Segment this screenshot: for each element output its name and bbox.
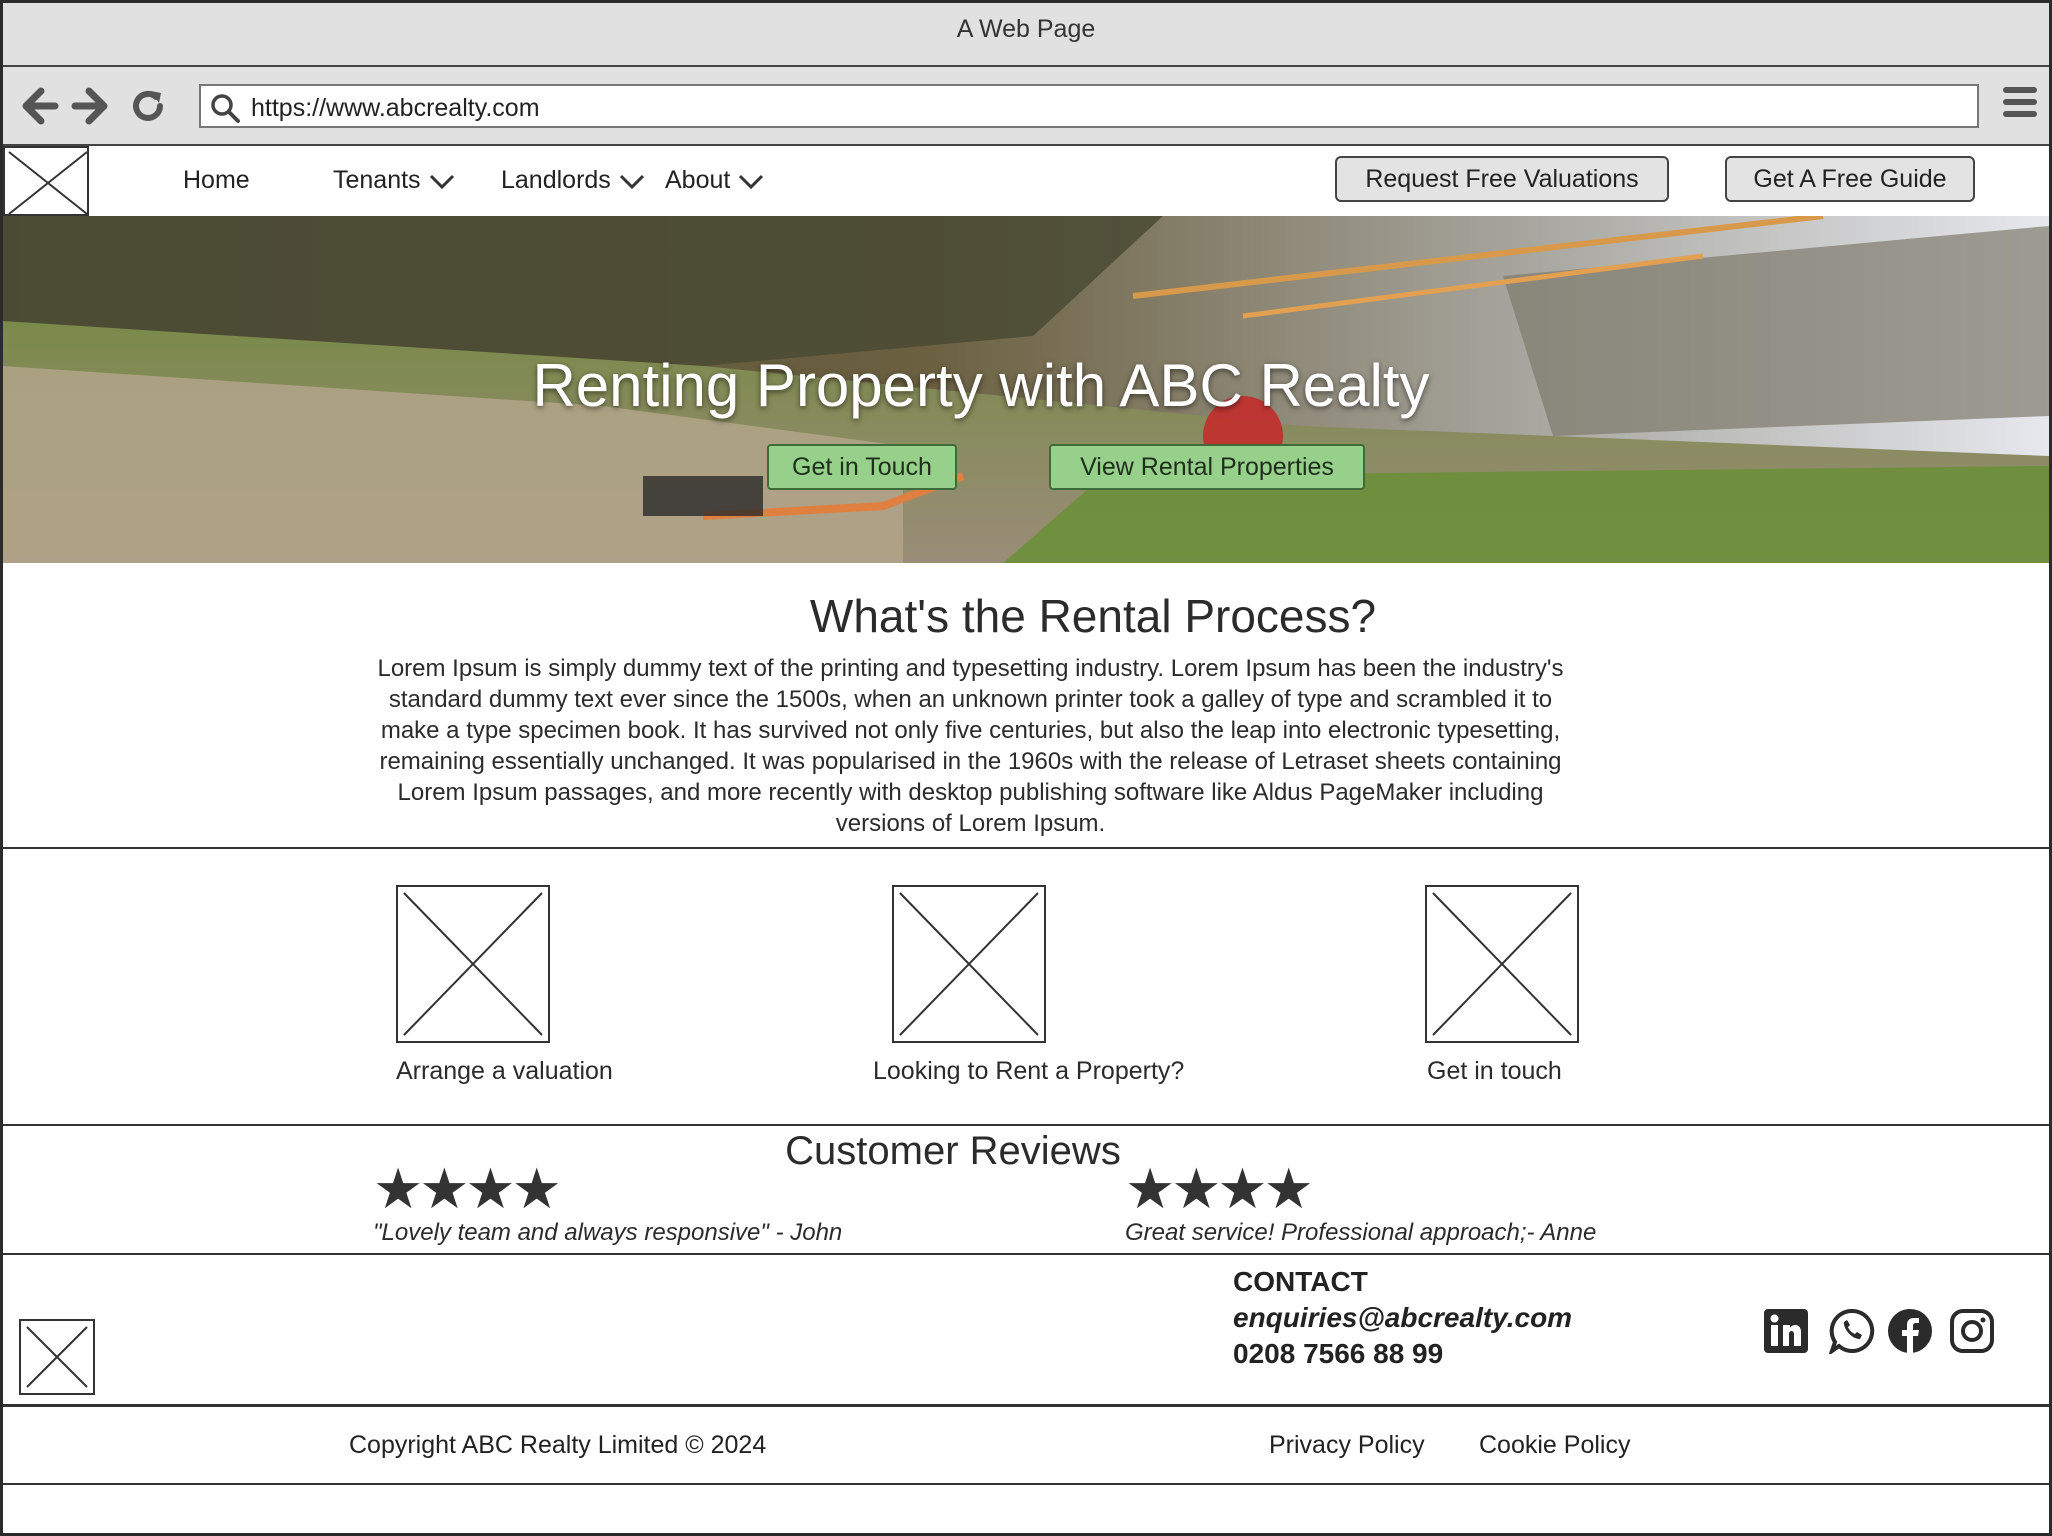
- divider: [3, 1253, 2049, 1255]
- nav-about[interactable]: About: [665, 166, 765, 195]
- facebook-icon[interactable]: [1887, 1308, 1933, 1354]
- chevron-down-icon: [739, 175, 764, 190]
- process-description: Lorem Ipsum is simply dummy text of the …: [377, 655, 1564, 837]
- card-label-rent-property[interactable]: Looking to Rent a Property?: [873, 1057, 1184, 1086]
- back-arrow-icon[interactable]: [21, 87, 59, 132]
- whatsapp-icon[interactable]: [1828, 1308, 1875, 1357]
- instagram-icon[interactable]: [1949, 1308, 1995, 1354]
- cookie-policy-link[interactable]: Cookie Policy: [1479, 1431, 1630, 1460]
- review-stars-2: ★★★★: [1125, 1157, 1314, 1220]
- contact-phone[interactable]: 0208 7566 88 99: [1233, 1338, 1443, 1370]
- url-field[interactable]: https://www.abcrealty.com: [199, 84, 1979, 128]
- linkedin-icon[interactable]: [1763, 1308, 1809, 1354]
- free-guide-button[interactable]: Get A Free Guide: [1725, 156, 1975, 202]
- card-label-valuation[interactable]: Arrange a valuation: [396, 1057, 613, 1086]
- request-valuations-button[interactable]: Request Free Valuations: [1335, 156, 1669, 202]
- divider: [3, 1483, 2049, 1485]
- nav-about-label: About: [665, 166, 731, 194]
- url-text: https://www.abcrealty.com: [251, 94, 540, 122]
- chevron-down-icon: [619, 175, 644, 190]
- window-title: A Web Page: [956, 15, 1096, 43]
- valuation-image-placeholder[interactable]: [396, 885, 550, 1043]
- review-text-2: Great service! Professional approach;- A…: [1125, 1219, 1597, 1246]
- nav-tenants[interactable]: Tenants: [333, 166, 456, 195]
- get-in-touch-button[interactable]: Get in Touch: [767, 444, 957, 490]
- forward-arrow-icon[interactable]: [71, 87, 109, 132]
- card-label-get-in-touch[interactable]: Get in touch: [1427, 1057, 1562, 1086]
- view-rental-properties-button[interactable]: View Rental Properties: [1049, 444, 1365, 490]
- address-bar-row: https://www.abcrealty.com: [3, 67, 2049, 146]
- nav-tenants-label: Tenants: [333, 166, 421, 194]
- contact-image-placeholder[interactable]: [1425, 885, 1579, 1043]
- site-logo-placeholder[interactable]: [3, 146, 89, 216]
- hamburger-menu-icon[interactable]: [2003, 87, 2037, 123]
- nav-landlords-label: Landlords: [501, 166, 611, 194]
- reload-icon[interactable]: [129, 87, 167, 132]
- hero-banner: Renting Property with ABC Realty Get in …: [3, 216, 2049, 563]
- site-navbar: Home Tenants Landlords About Request Fre…: [3, 146, 2049, 216]
- privacy-policy-link[interactable]: Privacy Policy: [1269, 1431, 1425, 1460]
- search-icon: [209, 92, 241, 129]
- browser-window: A Web Page https://www.abcrealty.com Hom…: [0, 0, 2052, 1536]
- divider: [3, 847, 2049, 849]
- hero-title: Renting Property with ABC Realty: [532, 352, 1430, 419]
- review-text-1: "Lovely team and always responsive" - Jo…: [373, 1219, 843, 1246]
- footer-logo-placeholder[interactable]: [19, 1319, 95, 1395]
- rent-property-image-placeholder[interactable]: [892, 885, 1046, 1043]
- process-heading: What's the Rental Process?: [809, 590, 1377, 642]
- copyright-text: Copyright ABC Realty Limited © 2024: [349, 1431, 767, 1459]
- nav-landlords[interactable]: Landlords: [501, 166, 646, 195]
- contact-email-link[interactable]: enquiries@abcrealty.com: [1233, 1302, 1572, 1334]
- nav-home[interactable]: Home: [183, 166, 250, 195]
- title-bar: A Web Page: [3, 3, 2049, 67]
- divider: [3, 1404, 2049, 1407]
- reviews-heading: Customer Reviews: [785, 1129, 1121, 1173]
- contact-heading: CONTACT: [1233, 1266, 1368, 1297]
- chevron-down-icon: [429, 175, 454, 190]
- divider: [3, 1124, 2049, 1126]
- review-stars-1: ★★★★: [373, 1157, 562, 1220]
